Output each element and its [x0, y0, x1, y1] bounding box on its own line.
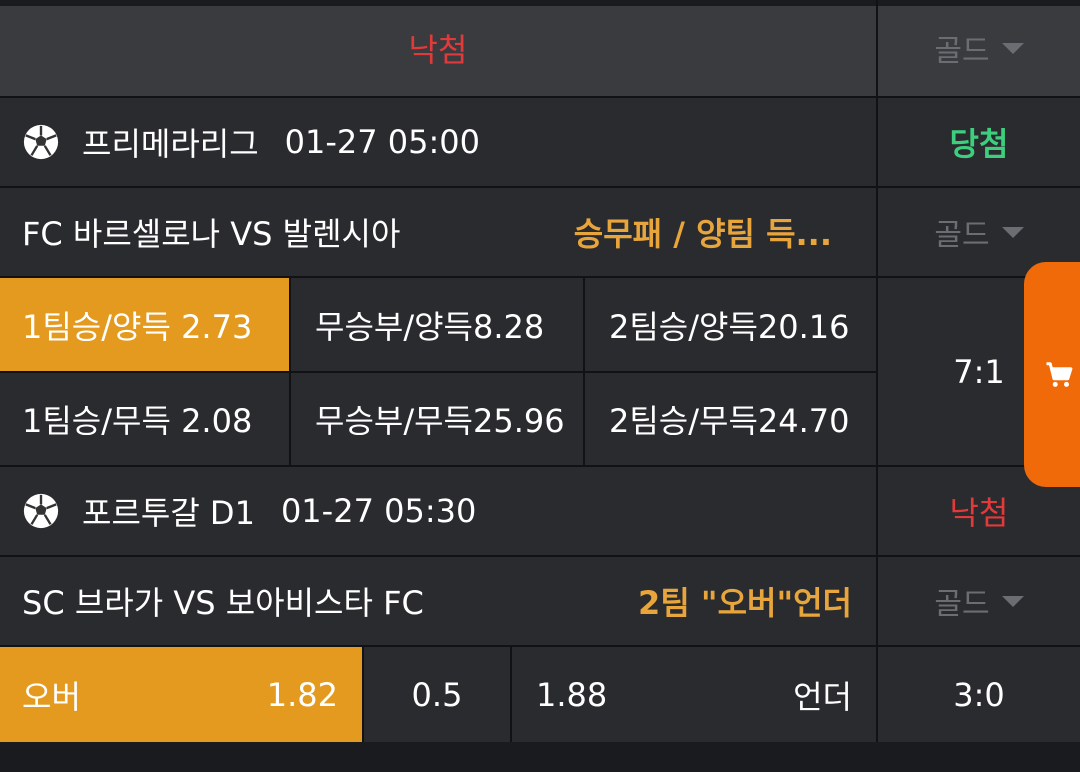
- handicap-line: 0.5: [411, 675, 463, 714]
- over-odds-cell[interactable]: 오버 1.82: [0, 647, 364, 742]
- bet-type-label: 2팀 "오버"언더: [638, 584, 852, 622]
- header-gold-dropdown[interactable]: 골드: [878, 0, 1080, 96]
- chevron-down-icon: [1001, 226, 1024, 238]
- result-badge: 낙첨: [949, 494, 1009, 532]
- over-odds: 1.82: [266, 675, 338, 714]
- match-2-league-row: 포르투갈 D1 01-27 05:30 낙첨: [0, 467, 1080, 557]
- match-1-teams-cell: FC 바르셀로나 VS 발렌시아 승무패 / 양팀 득...: [0, 188, 878, 276]
- match-2-ou-row: 오버 1.82 0.5 1.88 언더 3:0: [0, 647, 1080, 742]
- odds-cell[interactable]: 무승부/무득25.96: [291, 373, 585, 465]
- league-name: 프리메라리그: [82, 125, 259, 163]
- cart-icon: [1046, 361, 1073, 387]
- teams-label: SC 브라가 VS 보아비스타 FC: [22, 584, 424, 622]
- gold-label: 골드: [934, 34, 990, 69]
- match-1-league-row: 프리메라리그 01-27 05:00 당첨: [0, 98, 1080, 188]
- odds-label: 2팀승/양득20.16: [609, 307, 850, 346]
- match-datetime: 01-27 05:00: [284, 123, 481, 161]
- result-badge: 당첨: [949, 125, 1009, 163]
- soccer-ball-icon: [23, 124, 59, 160]
- match-2-league-cell: 포르투갈 D1 01-27 05:30: [0, 467, 878, 555]
- gold-label: 골드: [934, 587, 990, 622]
- bet-type-label: 승무패 / 양팀 득...: [573, 215, 832, 253]
- score-label: 3:0: [953, 675, 1005, 714]
- match-2-gold-dropdown[interactable]: 골드: [878, 557, 1080, 645]
- odds-label: 무승부/양득8.28: [315, 307, 545, 346]
- chevron-down-icon: [1001, 42, 1024, 54]
- match-1-result-cell: 당첨: [878, 98, 1080, 186]
- match-2-score-cell: 3:0: [878, 647, 1080, 742]
- handicap-line-cell: 0.5: [364, 647, 512, 742]
- odds-label: 1팀승/무득 2.08: [22, 402, 253, 440]
- teams-label: FC 바르셀로나 VS 발렌시아: [22, 215, 401, 253]
- under-odds-cell[interactable]: 1.88 언더: [512, 647, 878, 742]
- match-1-teams-row: FC 바르셀로나 VS 발렌시아 승무패 / 양팀 득... 골드: [0, 188, 1080, 278]
- odds-cell[interactable]: 무승부/양득8.28: [291, 278, 585, 371]
- header-row: 낙첨 골드: [0, 0, 1080, 98]
- match-datetime: 01-27 05:30: [280, 492, 477, 530]
- odds-label: 1팀승/양득 2.73: [22, 307, 253, 346]
- match-1-league-cell: 프리메라리그 01-27 05:00: [0, 98, 878, 186]
- soccer-ball-icon: [23, 493, 59, 529]
- bottom-bar: [0, 742, 1080, 772]
- chevron-down-icon: [1001, 595, 1024, 607]
- header-status: 낙첨: [408, 31, 468, 69]
- match-2-teams-cell: SC 브라가 VS 보아비스타 FC 2팀 "오버"언더: [0, 557, 878, 645]
- over-label: 오버: [22, 677, 81, 716]
- league-name: 포르투갈 D1: [82, 494, 255, 532]
- under-label: 언더: [793, 677, 852, 716]
- header-status-cell: 낙첨: [0, 0, 878, 96]
- odds-cell[interactable]: 1팀승/무득 2.08: [0, 373, 291, 465]
- under-odds: 1.88: [536, 675, 608, 714]
- odds-cell-selected[interactable]: 1팀승/양득 2.73: [0, 278, 291, 371]
- odds-cell[interactable]: 2팀승/양득20.16: [585, 278, 878, 371]
- match-2-teams-row: SC 브라가 VS 보아비스타 FC 2팀 "오버"언더 골드: [0, 557, 1080, 647]
- odds-label: 2팀승/무득24.70: [609, 402, 850, 440]
- odds-label: 무승부/무득25.96: [315, 402, 565, 440]
- gold-label: 골드: [934, 218, 990, 253]
- odds-cell[interactable]: 2팀승/무득24.70: [585, 373, 878, 465]
- cart-button[interactable]: [1024, 262, 1080, 487]
- score-label: 7:1: [953, 352, 1005, 391]
